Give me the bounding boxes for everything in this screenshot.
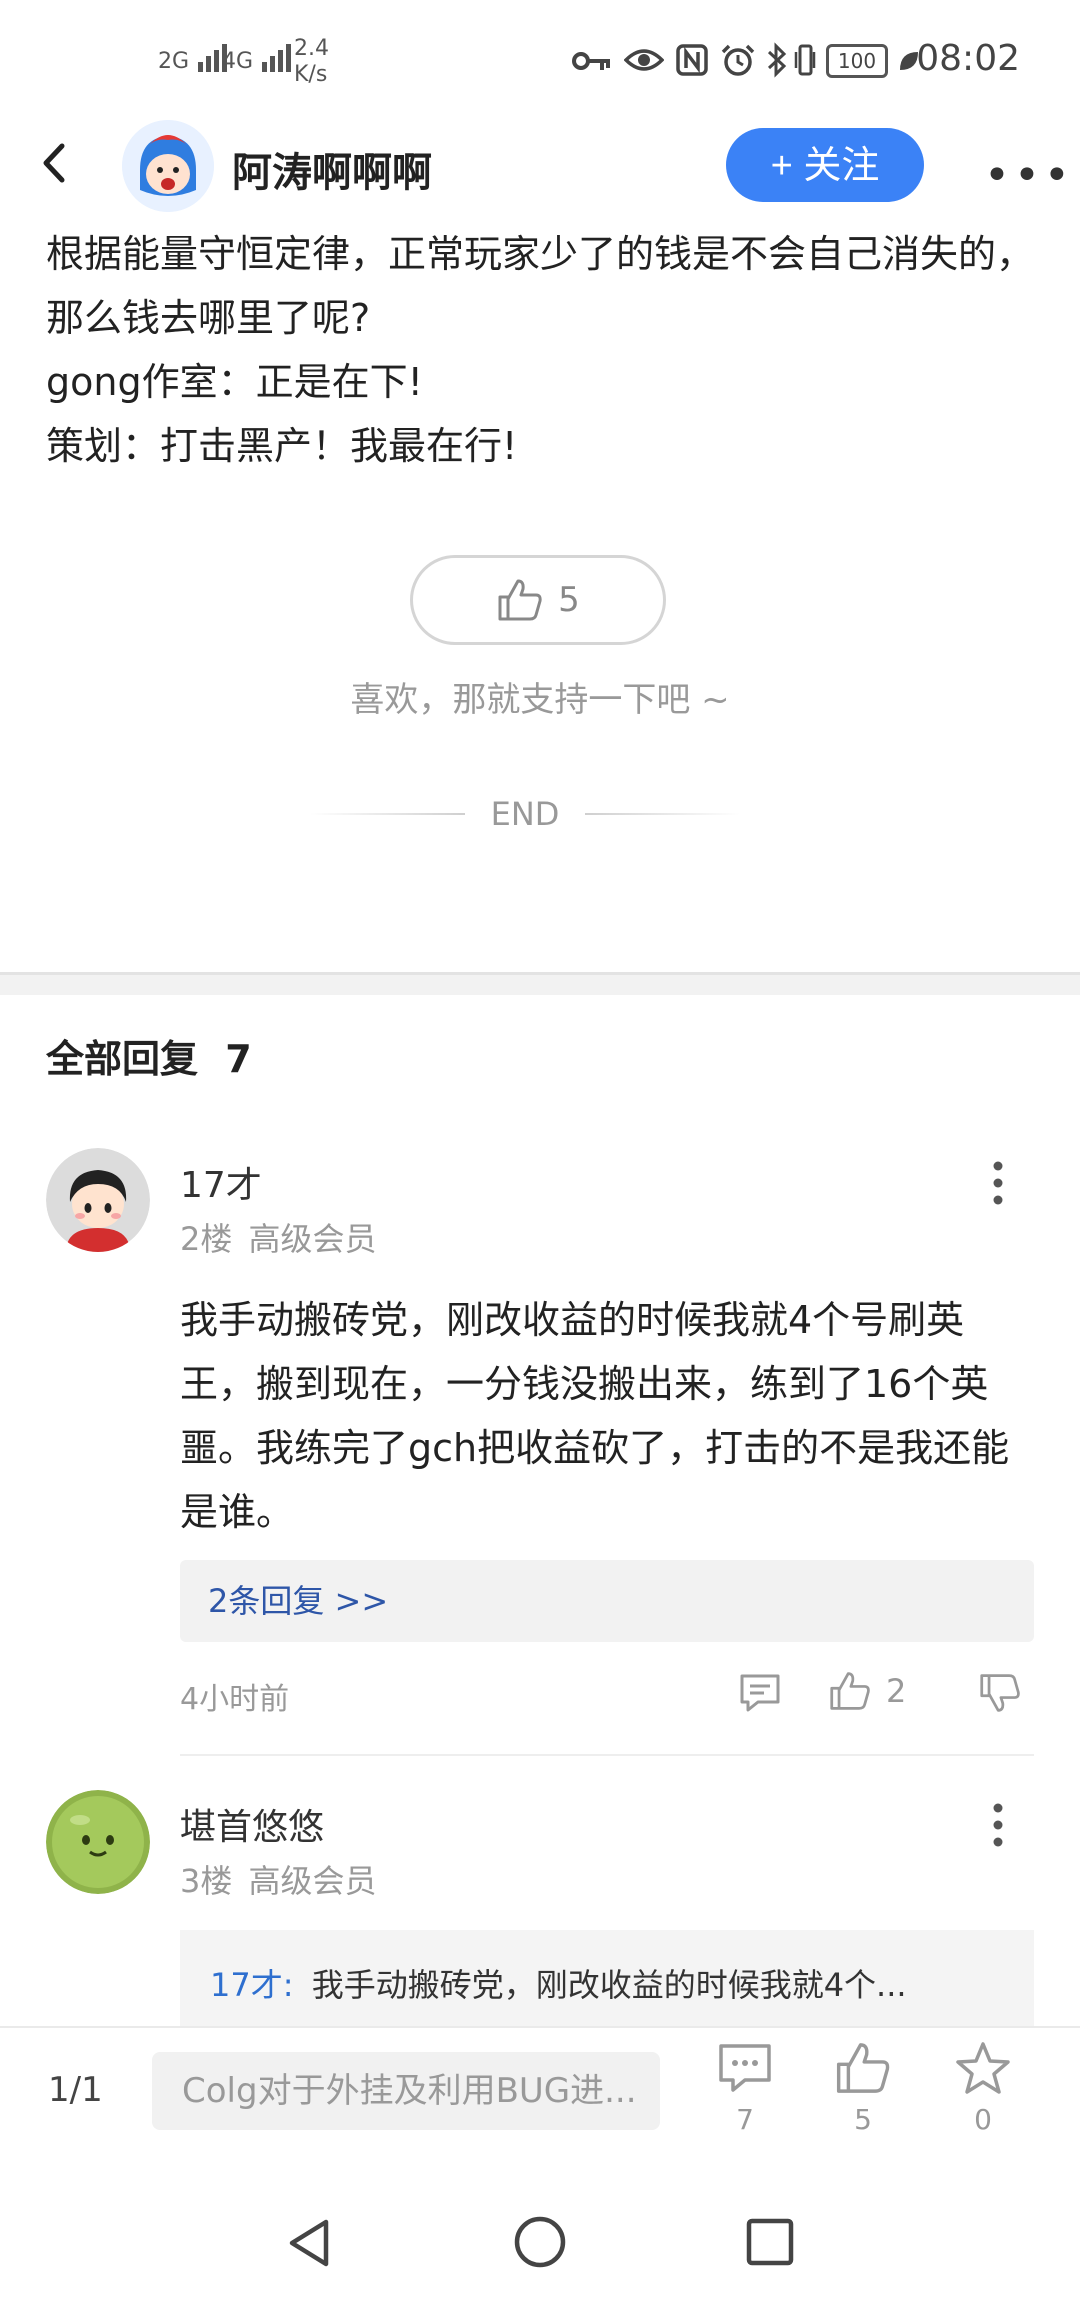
comment-avatar[interactable]: [46, 1790, 150, 1894]
post-like-button[interactable]: 5: [410, 555, 666, 645]
quote-user[interactable]: 17才:: [210, 1966, 294, 2004]
replies-title: 全部回复: [46, 1037, 199, 1081]
battery-level: 100: [837, 49, 877, 73]
end-line-right: [585, 813, 740, 815]
section-divider: [0, 972, 1080, 995]
comment-author[interactable]: 堪首悠悠: [180, 1798, 324, 1850]
author-avatar[interactable]: [122, 120, 214, 212]
post-line: 策划：打击黑产！我最在行!: [46, 424, 518, 468]
comment-floor: 2楼: [180, 1220, 233, 1258]
network-speed-value: 2.4: [294, 36, 329, 61]
post-line: 根据能量守恒定律，正常玩家少了的钱是不会自己消失的，那么钱去哪里了呢?: [46, 232, 1035, 340]
comment-icon: [719, 2044, 771, 2092]
page-indicator[interactable]: 1/1: [48, 2070, 103, 2110]
star-icon: [956, 2042, 1010, 2094]
comments-button[interactable]: 7: [700, 2040, 790, 2136]
comment-more-icon[interactable]: [990, 1802, 1006, 1848]
status-time: 08:02: [916, 38, 1020, 79]
post-content: 根据能量守恒定律，正常玩家少了的钱是不会自己消失的，那么钱去哪里了呢? gong…: [46, 222, 1036, 478]
bluetooth-icon: [767, 42, 787, 78]
comment-like-button[interactable]: 2: [828, 1670, 906, 1712]
battery-icon: 100: [826, 44, 888, 78]
support-text: 喜欢，那就支持一下吧 ~: [350, 680, 730, 720]
thumbs-up-icon: [836, 2043, 890, 2093]
more-options-icon[interactable]: •••: [984, 150, 1074, 201]
likes-count: 5: [854, 2103, 872, 2136]
favorite-button[interactable]: 0: [938, 2040, 1028, 2136]
thumbs-up-icon: [498, 579, 542, 621]
comment-time: 4小时前: [180, 1682, 290, 1717]
likes-button[interactable]: 5: [818, 2040, 908, 2136]
comment-level: 高级会员: [248, 1220, 377, 1258]
key-icon: [572, 52, 610, 70]
comment-author[interactable]: 17才: [180, 1156, 262, 1208]
comment-text: 我手动搬砖党，刚改收益的时候我就4个号刷英王，搬到现在，一分钱没搬出来，练到了1…: [180, 1298, 1010, 1534]
reply-icon[interactable]: [738, 1672, 782, 1714]
comment-more-icon[interactable]: [990, 1160, 1006, 1206]
replies-header: 全部回复 7: [46, 1028, 252, 1083]
status-bar: 2G 4G 2.4 K/s 100 08:02: [0, 0, 1080, 120]
nav-recents-icon[interactable]: [744, 2216, 796, 2268]
reply-input[interactable]: Colg对于外挂及利用BUG进...: [152, 2052, 660, 2130]
alarm-icon: [721, 44, 755, 76]
nfc-icon: [676, 44, 708, 76]
thumbs-down-icon[interactable]: [978, 1672, 1022, 1714]
comment-avatar[interactable]: [46, 1148, 150, 1252]
comment-meta: 2楼 高级会员: [180, 1214, 377, 1260]
quote-text: 我手动搬砖党，刚改收益的时候我就4个...: [311, 1966, 907, 2004]
sub-replies-link[interactable]: 2条回复 >>: [180, 1560, 1034, 1642]
thumbs-up-icon: [830, 1672, 870, 1710]
signal-2g-label: 2G: [158, 49, 190, 74]
comment-separator: [180, 1754, 1034, 1756]
comment-floor: 3楼: [180, 1862, 233, 1900]
vibrate-icon: [794, 44, 816, 76]
system-nav-bar: [0, 2176, 1080, 2310]
end-label: END: [490, 795, 560, 833]
comment-like-count: 2: [886, 1672, 907, 1710]
end-marker: END: [310, 795, 740, 833]
signal-2g-icon: 2G: [158, 40, 232, 74]
network-speed-unit: K/s: [294, 62, 328, 87]
comments-count: 7: [736, 2103, 754, 2136]
replies-count: 7: [225, 1037, 252, 1081]
back-arrow-icon[interactable]: [34, 138, 74, 188]
comment-level: 高级会员: [248, 1862, 377, 1900]
end-line-left: [310, 813, 465, 815]
network-speed: 2.4 K/s: [294, 36, 329, 88]
author-name[interactable]: 阿涛啊啊啊: [232, 140, 432, 198]
favorites-count: 0: [974, 2103, 992, 2136]
comment-meta: 3楼 高级会员: [180, 1856, 377, 1902]
signal-4g-label: 4G: [222, 49, 254, 74]
post-line: gong作室：正是在下!: [46, 360, 423, 404]
nav-home-icon[interactable]: [512, 2214, 568, 2270]
post-like-count: 5: [558, 580, 580, 620]
eye-icon: [624, 49, 664, 71]
nav-back-icon[interactable]: [284, 2216, 334, 2270]
signal-4g-icon: 4G: [222, 40, 296, 74]
follow-button[interactable]: + 关注: [726, 128, 924, 202]
